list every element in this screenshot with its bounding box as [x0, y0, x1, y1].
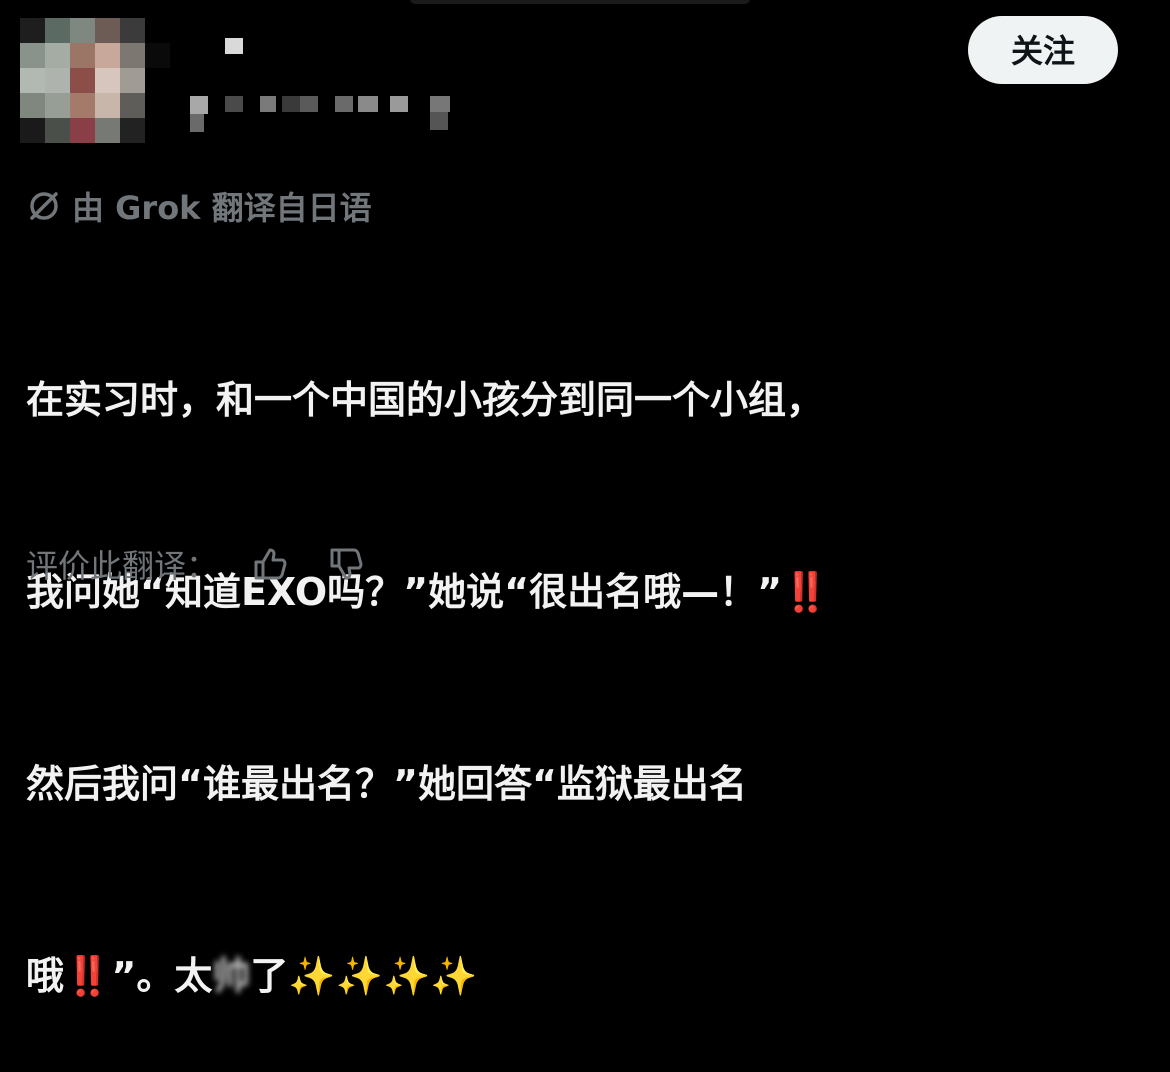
follow-button[interactable]: 关注 — [968, 16, 1118, 84]
post-line-4-text-c: 了 — [250, 954, 289, 998]
display-name-obscured[interactable] — [190, 30, 460, 140]
translation-badge-label: 由 Grok 翻译自日语 — [72, 189, 372, 227]
post-line-4-text-a: 哦 — [26, 954, 65, 998]
post-line-4: 哦‼️”。太帅了✨✨✨✨ — [26, 944, 1126, 1008]
avatar[interactable] — [20, 18, 170, 143]
rate-translation-row: 评价此翻译： — [26, 540, 370, 588]
translation-badge: 由 Grok 翻译自日语 — [26, 184, 372, 228]
thumbs-up-icon[interactable] — [246, 540, 294, 588]
rate-translation-label: 评价此翻译： — [26, 547, 219, 585]
sparkles-icon: ✨✨✨✨ — [288, 954, 478, 998]
post-body: 在实习时，和一个中国的小孩分到同一个小组， 我问她“知道EXO吗？”她说“很出名… — [26, 240, 1126, 1072]
double-exclamation-icon: ‼️ — [782, 570, 830, 614]
screen-notch — [410, 0, 750, 4]
thumbs-down-icon[interactable] — [322, 540, 370, 588]
post-line-3: 然后我问“谁最出名？”她回答“监狱最出名 — [26, 762, 747, 806]
post-line-4-text-b: ”。太 — [111, 954, 213, 998]
obscured-character: 帅 — [212, 954, 251, 998]
double-exclamation-icon: ‼️ — [64, 954, 112, 998]
translate-off-icon — [30, 192, 58, 220]
post-line-1: 在实习时，和一个中国的小孩分到同一个小组， — [26, 378, 825, 422]
